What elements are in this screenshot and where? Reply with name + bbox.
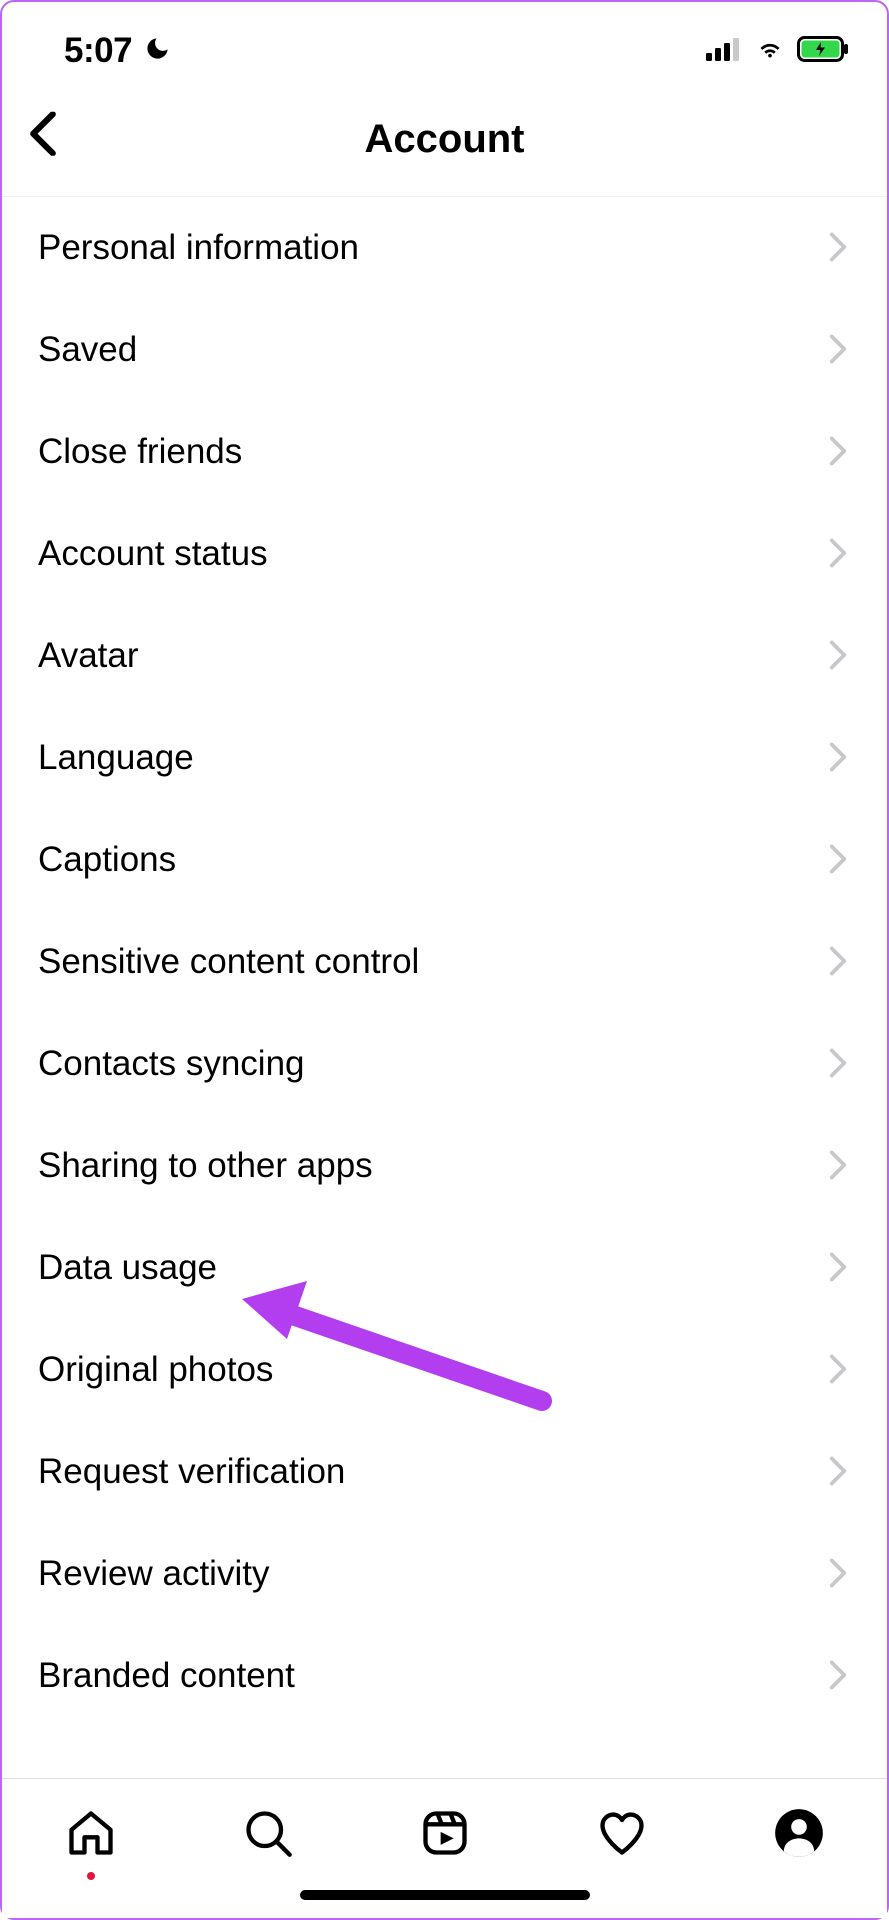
cellular-signal-icon [706, 37, 743, 66]
search-icon [242, 1807, 294, 1862]
menu-item-label: Data usage [38, 1248, 217, 1288]
chevron-right-icon [829, 1354, 847, 1387]
chevron-right-icon [829, 1660, 847, 1693]
chevron-right-icon [829, 538, 847, 571]
menu-item-contacts-syncing[interactable]: Contacts syncing [2, 1013, 887, 1115]
tab-home[interactable] [65, 1807, 117, 1880]
page-header: Account [2, 82, 887, 197]
heart-icon [596, 1807, 648, 1862]
chevron-right-icon [829, 334, 847, 367]
home-indicator [300, 1890, 590, 1900]
menu-item-label: Language [38, 738, 194, 778]
menu-item-request-verification[interactable]: Request verification [2, 1421, 887, 1523]
tab-profile[interactable] [773, 1807, 825, 1862]
status-bar-left: 5:07 [64, 31, 171, 71]
wifi-icon [753, 37, 787, 66]
menu-item-label: Avatar [38, 636, 139, 676]
menu-item-label: Branded content [38, 1656, 295, 1696]
menu-item-personal-information[interactable]: Personal information [2, 197, 887, 299]
status-time: 5:07 [64, 31, 132, 71]
menu-item-language[interactable]: Language [2, 707, 887, 809]
tab-reels[interactable] [419, 1807, 471, 1862]
back-button[interactable] [20, 104, 66, 167]
menu-item-label: Saved [38, 330, 137, 370]
menu-item-label: Personal information [38, 228, 359, 268]
menu-item-label: Request verification [38, 1452, 345, 1492]
chevron-right-icon [829, 1456, 847, 1489]
tab-activity[interactable] [596, 1807, 648, 1862]
menu-item-label: Captions [38, 840, 176, 880]
chevron-right-icon [829, 1048, 847, 1081]
menu-item-label: Sensitive content control [38, 942, 419, 982]
chevron-left-icon [28, 144, 58, 159]
do-not-disturb-icon [144, 35, 171, 67]
chevron-right-icon [829, 640, 847, 673]
chevron-right-icon [829, 1150, 847, 1183]
menu-item-label: Contacts syncing [38, 1044, 305, 1084]
home-icon [65, 1807, 117, 1862]
tab-search[interactable] [242, 1807, 294, 1862]
reels-icon [419, 1807, 471, 1862]
menu-item-original-photos[interactable]: Original photos [2, 1319, 887, 1421]
status-bar: 5:07 [2, 2, 887, 82]
battery-charging-icon [797, 36, 849, 67]
menu-item-sensitive-content-control[interactable]: Sensitive content control [2, 911, 887, 1013]
status-bar-right [706, 36, 849, 67]
chevron-right-icon [829, 844, 847, 877]
menu-item-label: Close friends [38, 432, 242, 472]
menu-item-data-usage[interactable]: Data usage [2, 1217, 887, 1319]
menu-item-label: Account status [38, 534, 268, 574]
menu-item-review-activity[interactable]: Review activity [2, 1523, 887, 1625]
menu-item-label: Sharing to other apps [38, 1146, 373, 1186]
chevron-right-icon [829, 742, 847, 775]
menu-item-saved[interactable]: Saved [2, 299, 887, 401]
profile-icon [773, 1807, 825, 1862]
menu-item-sharing-to-other-apps[interactable]: Sharing to other apps [2, 1115, 887, 1217]
account-menu-list: Personal information Saved Close friends… [2, 197, 887, 1727]
menu-item-close-friends[interactable]: Close friends [2, 401, 887, 503]
chevron-right-icon [829, 946, 847, 979]
page-title: Account [365, 117, 525, 162]
chevron-right-icon [829, 232, 847, 265]
chevron-right-icon [829, 1252, 847, 1285]
menu-item-account-status[interactable]: Account status [2, 503, 887, 605]
chevron-right-icon [829, 436, 847, 469]
tab-home-notification-dot [87, 1872, 95, 1880]
menu-item-captions[interactable]: Captions [2, 809, 887, 911]
menu-item-label: Review activity [38, 1554, 269, 1594]
menu-item-branded-content[interactable]: Branded content [2, 1625, 887, 1727]
menu-item-avatar[interactable]: Avatar [2, 605, 887, 707]
menu-item-label: Original photos [38, 1350, 273, 1390]
chevron-right-icon [829, 1558, 847, 1591]
